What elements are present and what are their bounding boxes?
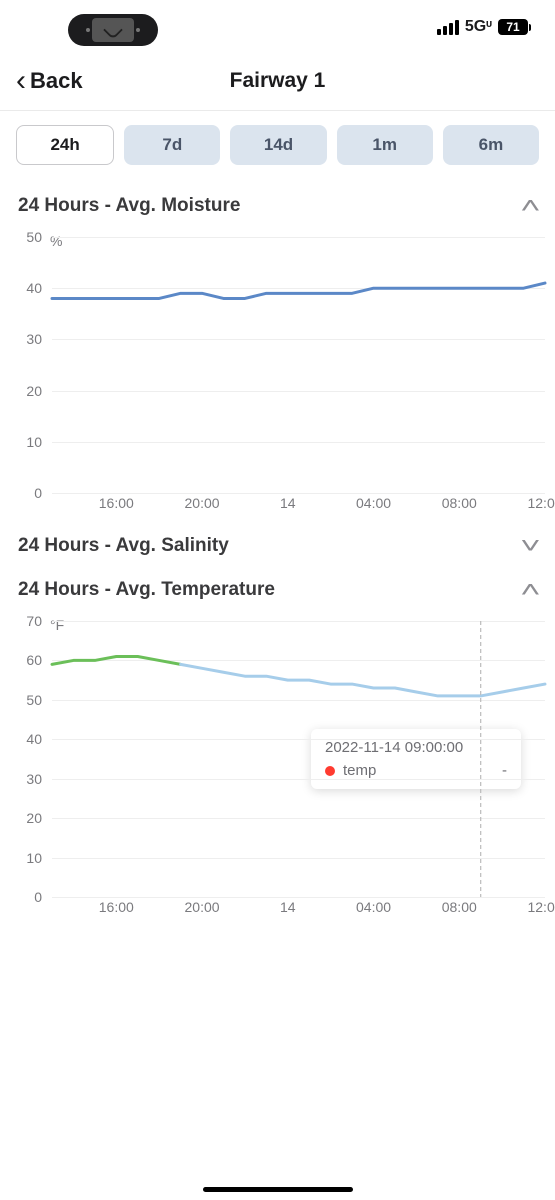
x-tick: 20:00 <box>185 495 220 511</box>
x-tick: 20:00 <box>185 899 220 915</box>
y-tick: 40 <box>12 280 42 296</box>
y-tick: 0 <box>12 889 42 905</box>
y-tick: 30 <box>12 771 42 787</box>
tab-7d[interactable]: 7d <box>124 125 220 165</box>
chart-line <box>52 656 181 664</box>
x-tick: 16:00 <box>99 899 134 915</box>
y-tick: 50 <box>12 229 42 245</box>
y-tick: 60 <box>12 652 42 668</box>
chart-line <box>52 283 545 298</box>
nav-header: ‹ Back Fairway 1 <box>0 54 555 110</box>
divider <box>0 110 555 111</box>
tab-6m[interactable]: 6m <box>443 125 539 165</box>
y-tick: 0 <box>12 485 42 501</box>
chart-moisture[interactable]: % 0102030405016:0020:001404:0008:0012:00 <box>0 227 555 523</box>
network-label: 5Gᶸ <box>465 18 492 36</box>
tab-14d[interactable]: 14d <box>230 125 326 165</box>
y-tick: 20 <box>12 383 42 399</box>
back-label: Back <box>30 68 83 94</box>
battery-percent: 71 <box>498 19 528 35</box>
chart-temperature[interactable]: °F 2022-11-14 09:00:00 temp - 0102030405… <box>0 611 555 927</box>
y-tick: 40 <box>12 731 42 747</box>
section-head-salinity[interactable]: 24 Hours - Avg. Salinity ˅ <box>0 523 555 567</box>
chevron-down-icon: ˅ <box>520 533 541 559</box>
battery-icon: 71 <box>498 19 531 35</box>
y-tick: 20 <box>12 810 42 826</box>
chevron-up-icon: ˄ <box>520 193 541 219</box>
page-title: Fairway 1 <box>230 69 326 93</box>
section-title-salinity: 24 Hours - Avg. Salinity <box>18 535 229 557</box>
y-tick: 10 <box>12 434 42 450</box>
section-title-temperature: 24 Hours - Avg. Temperature <box>18 579 275 601</box>
section-head-moisture[interactable]: 24 Hours - Avg. Moisture ˄ <box>0 183 555 227</box>
y-tick: 10 <box>12 850 42 866</box>
y-tick: 30 <box>12 331 42 347</box>
back-button[interactable]: ‹ Back <box>16 66 83 96</box>
x-tick: 04:00 <box>356 899 391 915</box>
section-title-moisture: 24 Hours - Avg. Moisture <box>18 195 240 217</box>
phone-icon <box>103 20 123 40</box>
x-tick: 12:00 <box>527 495 555 511</box>
x-tick: 14 <box>280 495 296 511</box>
section-head-temperature[interactable]: 24 Hours - Avg. Temperature ˄ <box>0 567 555 611</box>
time-range-tabs: 24h 7d 14d 1m 6m <box>0 125 555 183</box>
tab-1m[interactable]: 1m <box>337 125 433 165</box>
chart-line <box>181 664 545 696</box>
y-tick: 70 <box>12 613 42 629</box>
y-tick: 50 <box>12 692 42 708</box>
tab-24h[interactable]: 24h <box>16 125 114 165</box>
status-bar: 5Gᶸ 71 <box>0 0 555 54</box>
chevron-left-icon: ‹ <box>16 66 26 96</box>
x-tick: 08:00 <box>442 495 477 511</box>
x-tick: 16:00 <box>99 495 134 511</box>
chevron-up-icon: ˄ <box>520 577 541 603</box>
cellular-signal-icon <box>437 20 459 35</box>
x-tick: 12:00 <box>527 899 555 915</box>
home-indicator[interactable] <box>203 1187 353 1192</box>
x-tick: 14 <box>280 899 296 915</box>
x-tick: 08:00 <box>442 899 477 915</box>
dynamic-island <box>68 14 158 46</box>
x-tick: 04:00 <box>356 495 391 511</box>
